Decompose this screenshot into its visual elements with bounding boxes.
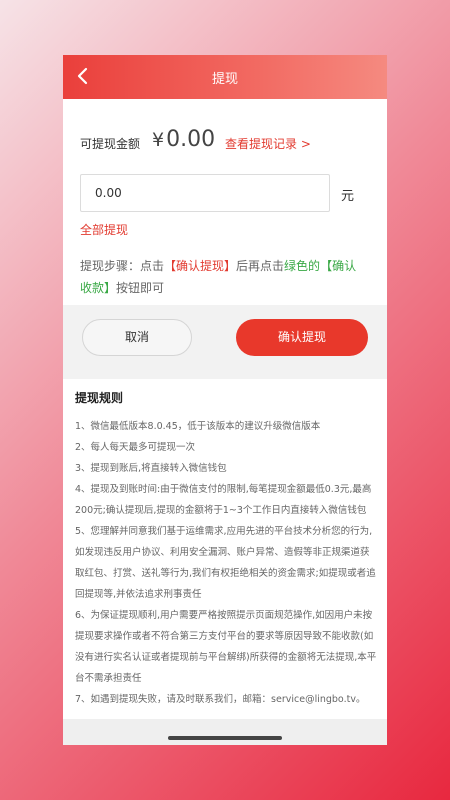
cancel-button[interactable]: 取消 bbox=[82, 319, 192, 356]
currency-unit-label: 元 bbox=[341, 189, 355, 204]
phone-screen: 提现 可提现金额 ¥0.00 查看提现记录 > 0.00 元 全部提现 提现步骤… bbox=[63, 55, 387, 745]
steps-suffix: 按钮即可 bbox=[116, 281, 165, 295]
rule-item: 7、如遇到提现失败，请及时联系我们，邮箱：service@lingbo.tv。 bbox=[75, 694, 366, 705]
withdraw-amount-input[interactable]: 0.00 bbox=[80, 174, 330, 212]
rule-item: 2、每人每天最多可提现一次 bbox=[75, 442, 196, 453]
rule-item: 1、微信最低版本8.0.45，低于该版本的建议升级微信版本 bbox=[75, 421, 321, 432]
withdraw-steps: 提现步骤：点击【确认提现】后再点击绿色的【确认收款】按钮即可 bbox=[80, 255, 360, 299]
page-title: 提现 bbox=[211, 72, 238, 87]
rule-item: 4、提现及到账时间:由于微信支付的限制,每笔提现金额最低0.3元,最高200元;… bbox=[75, 484, 372, 516]
steps-green-word: 绿色的 bbox=[284, 259, 321, 273]
rule-item: 3、提现到账后,将直接转入微信钱包 bbox=[75, 463, 227, 474]
rules-list: 1、微信最低版本8.0.45，低于该版本的建议升级微信版本 2、每人每天最多可提… bbox=[75, 416, 377, 710]
withdrawable-amount-row: 可提现金额 ¥0.00 查看提现记录 > bbox=[80, 127, 380, 157]
rule-item: 5、您理解并同意我们基于运维需求,应用先进的平台技术分析您的行为,如发现违反用户… bbox=[75, 526, 376, 600]
withdrawable-amount: ¥0.00 bbox=[152, 127, 215, 152]
withdraw-rules: 提现规则 1、微信最低版本8.0.45，低于该版本的建议升级微信版本 2、每人每… bbox=[75, 389, 377, 710]
top-navigation-bar: 提现 bbox=[63, 55, 387, 99]
withdrawable-amount-label: 可提现金额 bbox=[80, 137, 141, 151]
steps-prefix: 提现步骤：点击 bbox=[80, 259, 165, 273]
bottom-strip bbox=[63, 719, 387, 745]
home-indicator[interactable] bbox=[168, 736, 282, 740]
withdraw-all-link[interactable]: 全部提现 bbox=[80, 221, 128, 238]
action-button-area: 取消 确认提现 bbox=[63, 305, 387, 379]
currency-symbol: ¥ bbox=[152, 129, 165, 151]
rule-item: 6、为保证提现顺利,用户需要严格按照提示页面规范操作,如因用户未按提现要求操作或… bbox=[75, 610, 377, 684]
rules-title: 提现规则 bbox=[75, 391, 124, 405]
steps-middle: 后再点击 bbox=[236, 259, 285, 273]
steps-confirm-withdraw: 【确认提现】 bbox=[164, 259, 237, 273]
amount-value: 0.00 bbox=[166, 127, 216, 152]
withdraw-record-link[interactable]: 查看提现记录 > bbox=[225, 135, 311, 152]
confirm-withdraw-button[interactable]: 确认提现 bbox=[236, 319, 368, 356]
